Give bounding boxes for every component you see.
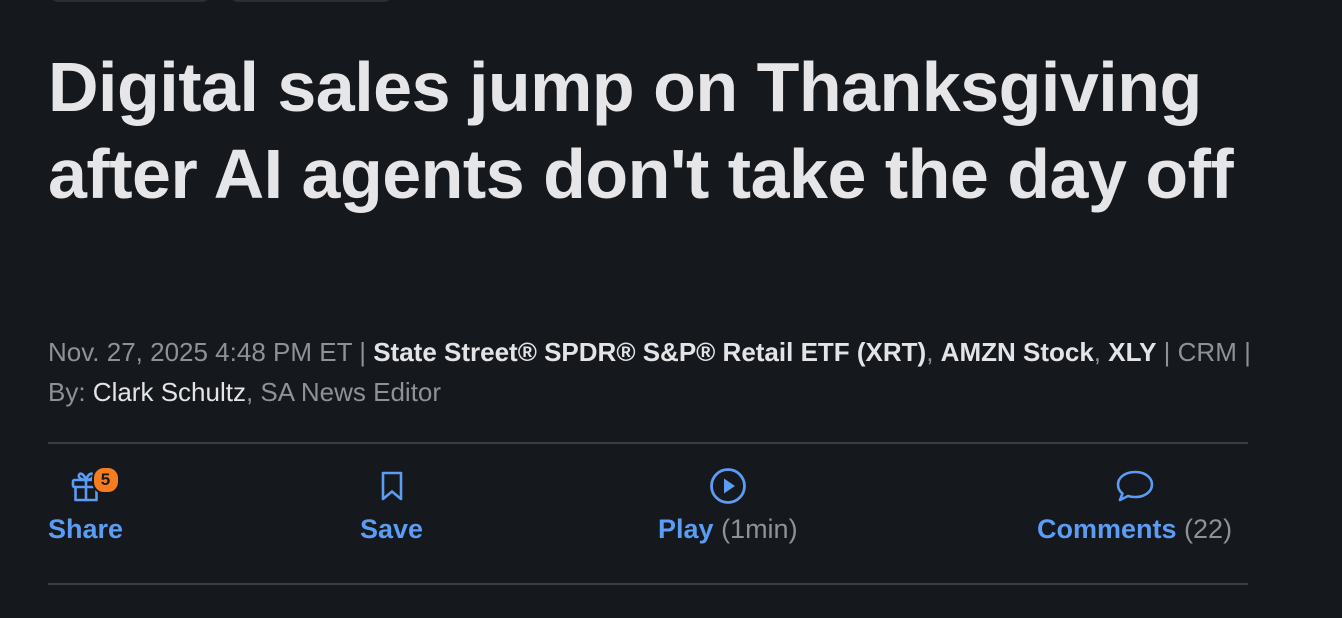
article-actions: 5 Share Save Play (1min) Comments (22) xyxy=(48,466,1248,566)
meta-separator: | xyxy=(1236,337,1251,367)
play-button[interactable]: Play (1min) xyxy=(658,466,798,546)
ticker-link-amzn[interactable]: AMZN Stock xyxy=(941,337,1094,367)
play-circle-icon xyxy=(709,468,746,504)
article-meta: Nov. 27, 2025 4:48 PM ET | State Street®… xyxy=(48,332,1268,412)
comments-label: Comments xyxy=(1037,514,1177,544)
share-button[interactable]: 5 Share xyxy=(48,466,123,546)
divider-top xyxy=(48,442,1248,444)
meta-comma: , xyxy=(926,337,941,367)
publish-datetime: Nov. 27, 2025 4:48 PM ET xyxy=(48,337,352,367)
article-headline: Digital sales jump on Thanksgiving after… xyxy=(48,48,1234,213)
ticker-link-crm[interactable]: CRM xyxy=(1178,337,1237,367)
meta-separator: | xyxy=(352,337,374,367)
ticker-link-xrt[interactable]: State Street® SPDR® S&P® Retail ETF (XRT… xyxy=(373,337,926,367)
top-pill-2[interactable] xyxy=(230,0,392,2)
meta-comma: , xyxy=(245,377,261,407)
comments-button[interactable]: Comments (22) xyxy=(1037,466,1232,546)
share-label: Share xyxy=(48,514,124,544)
bookmark-icon xyxy=(381,471,402,501)
play-duration: (1min) xyxy=(721,514,798,544)
save-button[interactable]: Save xyxy=(360,466,423,546)
meta-separator: | xyxy=(1156,337,1178,367)
speech-bubble-icon xyxy=(1116,470,1153,502)
share-count-badge: 5 xyxy=(91,466,120,494)
divider-bottom xyxy=(48,583,1248,585)
author-role: SA News Editor xyxy=(260,377,442,407)
meta-comma: , xyxy=(1093,337,1109,367)
by-label: By: xyxy=(48,377,93,407)
comments-count: (22) xyxy=(1184,514,1233,544)
play-label: Play xyxy=(658,514,714,544)
author-link[interactable]: Clark Schultz xyxy=(93,377,246,407)
save-label: Save xyxy=(360,514,424,544)
ticker-link-xly[interactable]: XLY xyxy=(1108,337,1156,367)
top-pill-1[interactable] xyxy=(50,0,210,2)
